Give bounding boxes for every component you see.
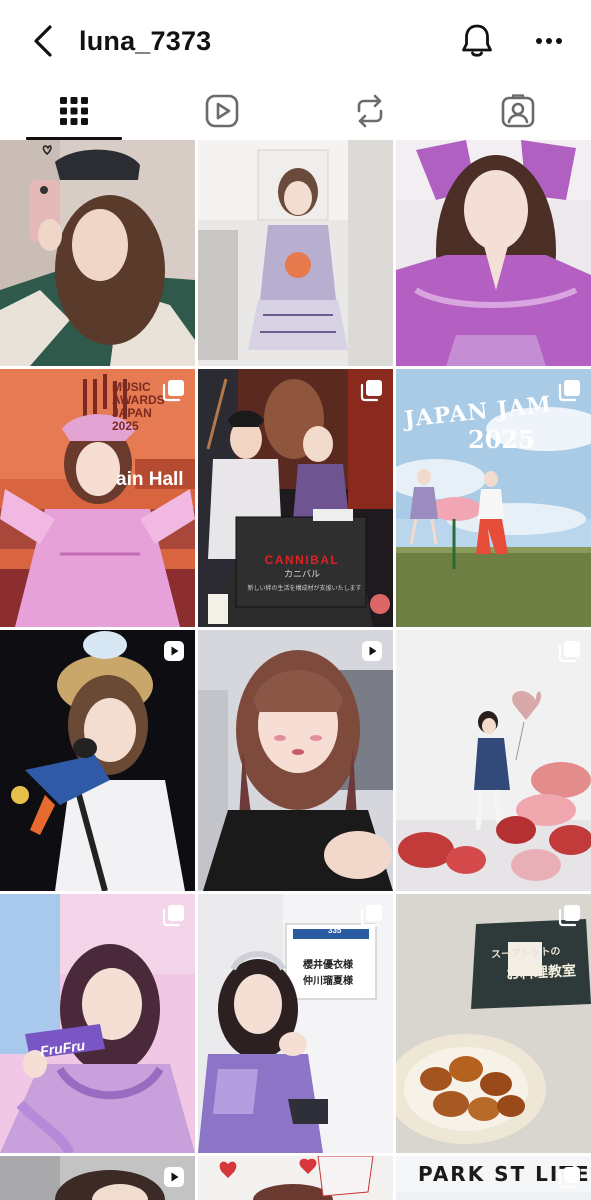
tab-posts[interactable]: [0, 82, 148, 140]
grid-post[interactable]: [198, 630, 393, 891]
tab-tagged[interactable]: [444, 82, 591, 140]
grid-icon: [60, 97, 88, 125]
chevron-left-icon: [34, 25, 52, 57]
grid-post[interactable]: [0, 630, 195, 891]
carousel-icon: [558, 1167, 580, 1189]
grid-post[interactable]: [0, 1156, 195, 1200]
tab-reposts[interactable]: [296, 82, 444, 140]
grid-post[interactable]: 335 櫻井優衣様 仲川瑠夏様: [198, 894, 393, 1153]
profile-tabs: [0, 82, 591, 140]
grid-post[interactable]: CANNIBAL カニバル 新しい絆の生活を構成材が支援いたします: [198, 369, 393, 627]
post-image: [198, 894, 393, 1153]
post-image: [198, 140, 393, 366]
carousel-icon: [162, 380, 184, 402]
post-overlay-text: 335: [328, 926, 342, 935]
carousel-icon: [360, 380, 382, 402]
carousel-icon: [360, 905, 382, 927]
grid-post[interactable]: FruFru: [0, 894, 195, 1153]
post-overlay-text: お料理教室: [505, 962, 577, 982]
grid-post[interactable]: JAPAN JAM 2025: [396, 369, 591, 627]
reel-icon: [164, 1167, 184, 1187]
grid-post[interactable]: [198, 1156, 393, 1200]
profile-username: luna_7373: [79, 26, 212, 56]
post-image: [0, 140, 195, 366]
post-overlay-text: 櫻井優衣様: [303, 960, 353, 971]
post-overlay-text: 新しい絆の生活を構成材が支援いたします: [247, 586, 362, 592]
reel-icon: [164, 641, 184, 661]
reels-play-icon: [205, 94, 239, 128]
grid-post[interactable]: スープトットの お料理教室: [396, 894, 591, 1153]
more-options-button[interactable]: [528, 20, 570, 62]
post-overlay-text: 仲川瑠夏様: [303, 976, 353, 987]
post-image: [396, 140, 591, 366]
grid-post[interactable]: [396, 630, 591, 891]
post-image: [0, 894, 195, 1153]
grid-post[interactable]: [0, 140, 195, 366]
carousel-icon: [558, 905, 580, 927]
post-overlay-text: ain Hall: [116, 469, 184, 490]
notifications-button[interactable]: [456, 20, 498, 62]
post-overlay-text: 2025: [468, 425, 535, 454]
carousel-icon: [558, 641, 580, 663]
post-overlay-text: CANNIBAL: [264, 553, 340, 567]
bell-icon: [462, 24, 492, 57]
post-image: [0, 630, 195, 891]
posts-grid: MUSIC AWARDS JAPAN 2025 ain Hall CANNIBA…: [0, 140, 591, 1200]
tagged-person-icon: [501, 94, 535, 128]
grid-post[interactable]: [198, 140, 393, 366]
post-image: [396, 630, 591, 891]
profile-header: luna_7373: [0, 0, 591, 82]
carousel-icon: [162, 905, 184, 927]
more-horizontal-icon: [536, 38, 562, 44]
grid-post[interactable]: [396, 140, 591, 366]
back-button[interactable]: [26, 22, 60, 60]
post-overlay-text: カニバル: [283, 569, 320, 579]
reel-icon: [362, 641, 382, 661]
tab-reels[interactable]: [148, 82, 296, 140]
carousel-icon: [558, 380, 580, 402]
repost-icon: [357, 94, 383, 128]
grid-post[interactable]: PARK ST LITE: [396, 1156, 591, 1200]
grid-post[interactable]: MUSIC AWARDS JAPAN 2025 ain Hall: [0, 369, 195, 627]
post-image: [198, 1156, 393, 1200]
post-image: [396, 894, 591, 1153]
post-image: [198, 630, 393, 891]
